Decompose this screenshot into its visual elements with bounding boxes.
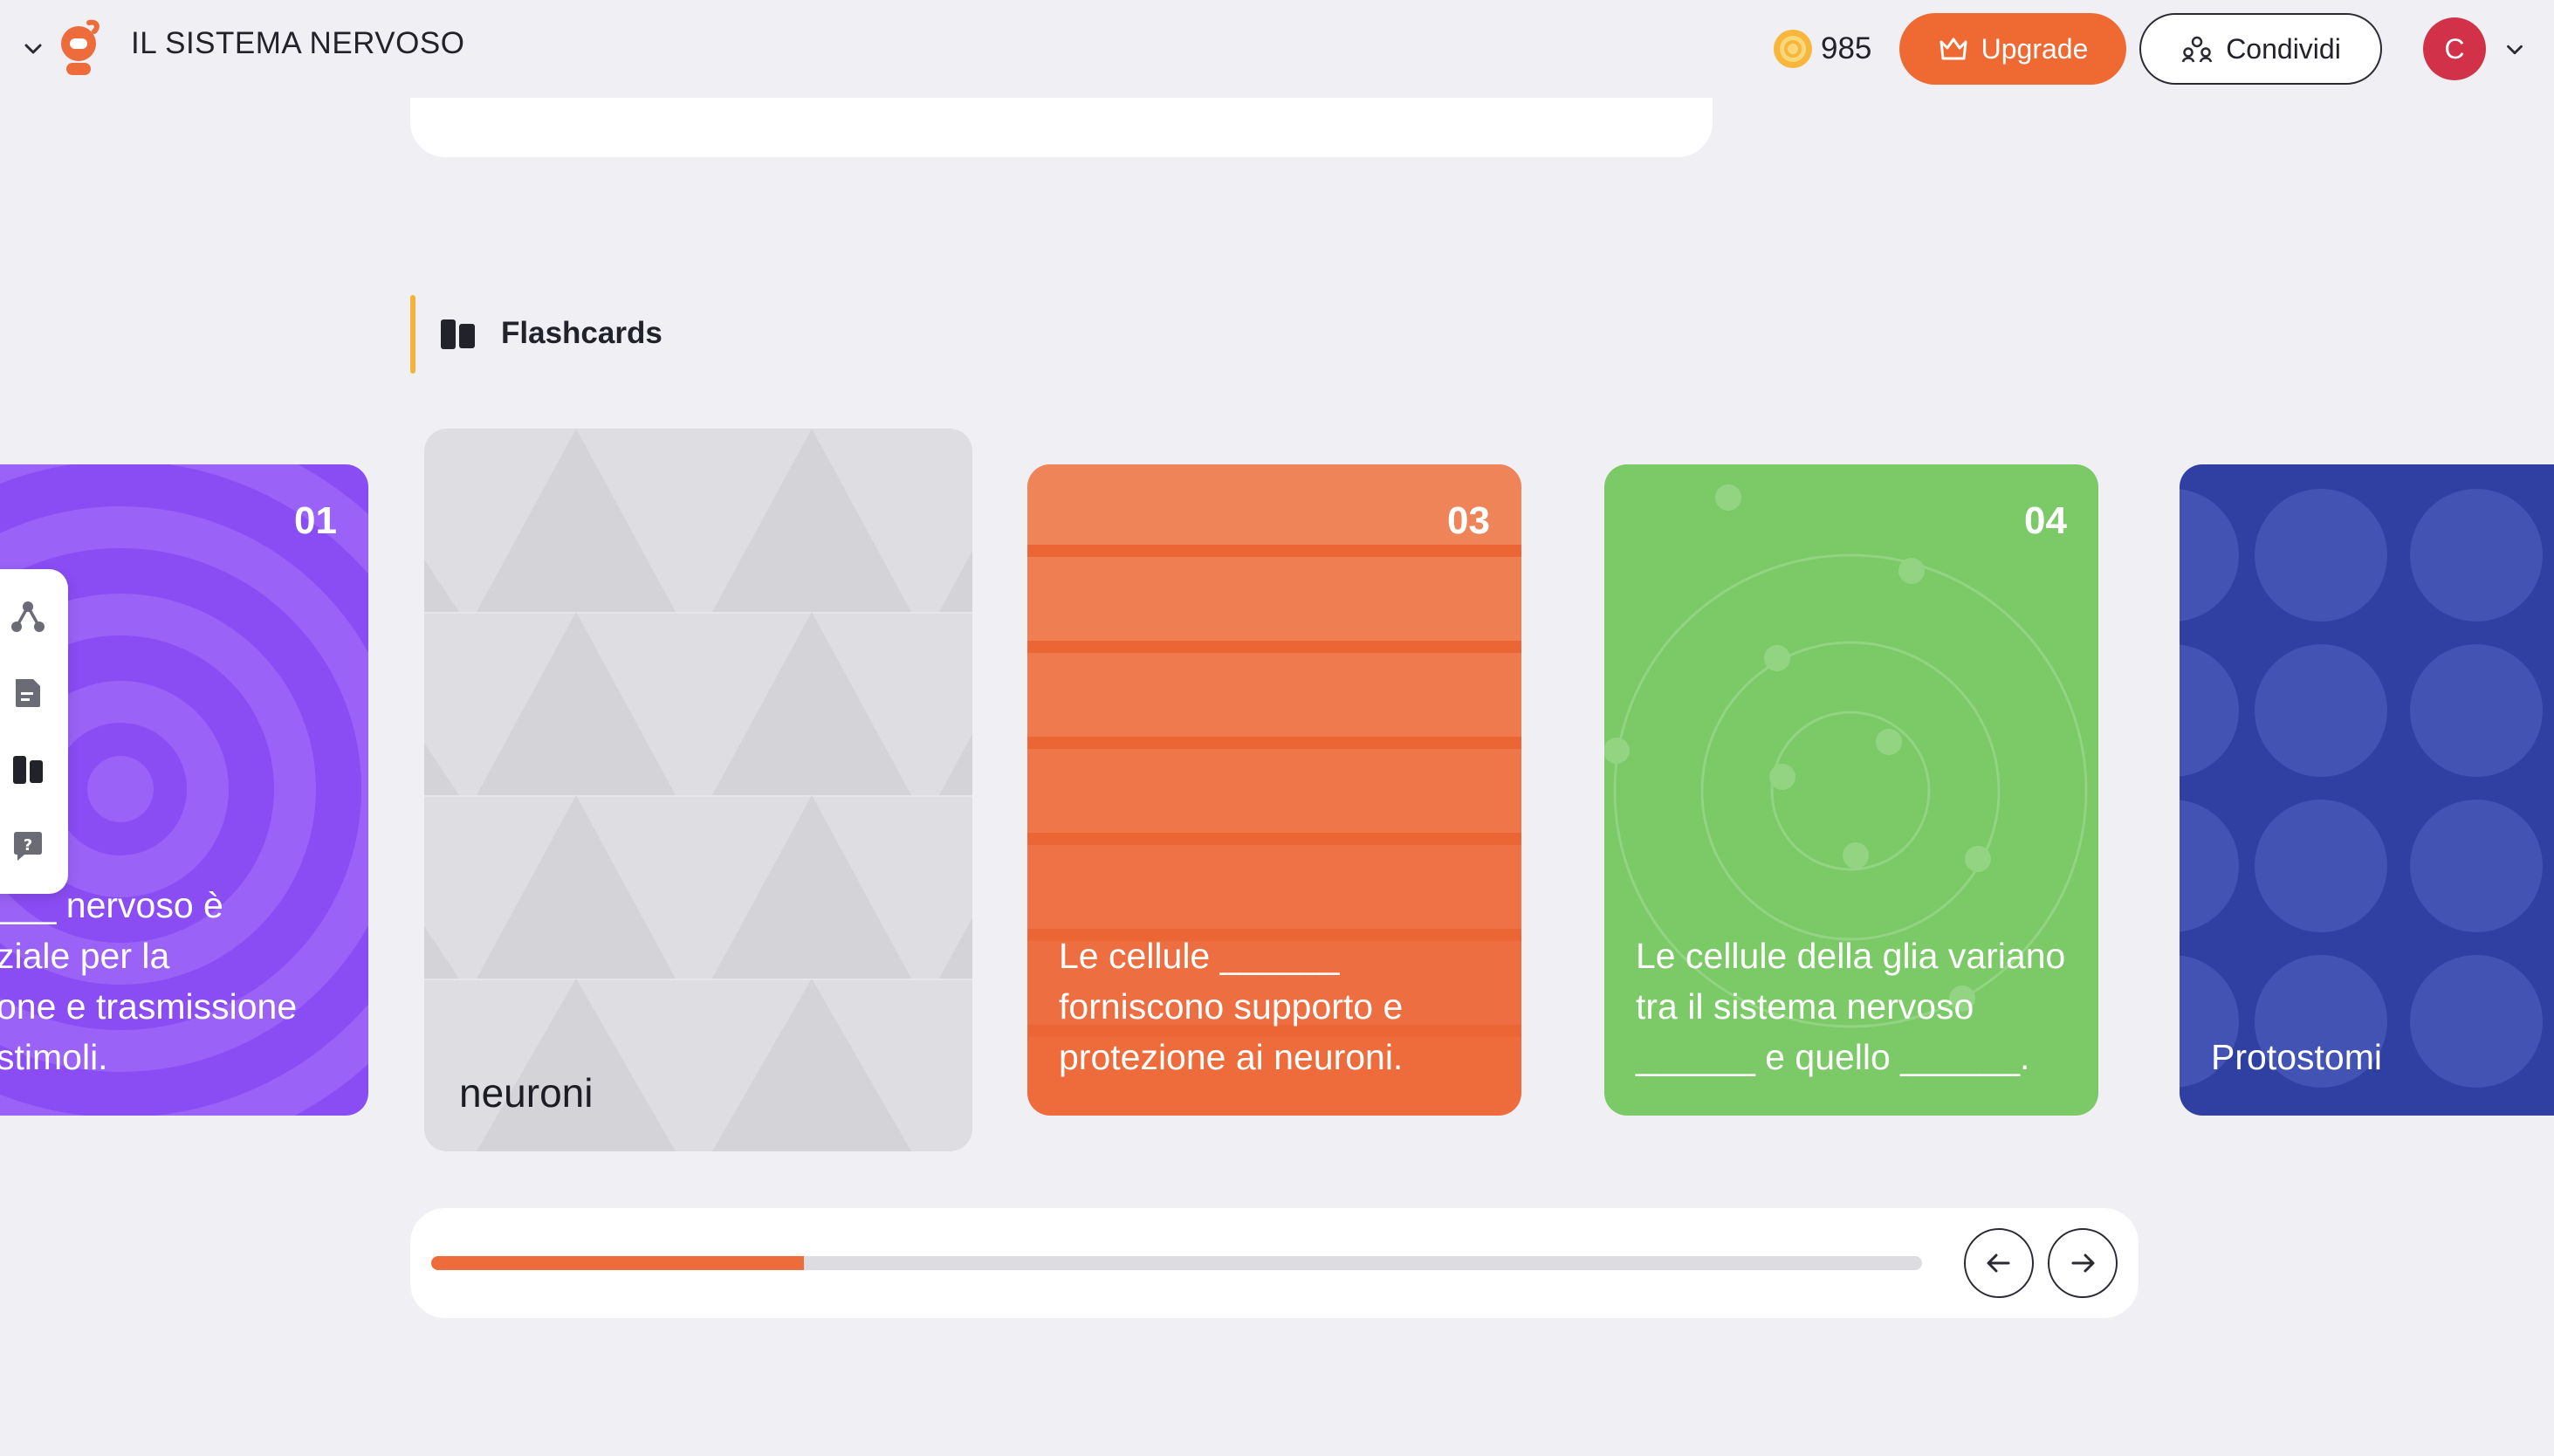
upgrade-label: Upgrade xyxy=(1981,32,2089,65)
progress-bar xyxy=(431,1256,1922,1270)
top-bar: IL SISTEMA NERVOSO 985 Upgrade Condividi… xyxy=(0,0,2554,98)
notes-icon[interactable] xyxy=(10,676,45,711)
next-card-button[interactable] xyxy=(2048,1228,2118,1298)
card-number: 04 xyxy=(2024,499,2067,542)
card-text-line: ziale per la xyxy=(0,936,170,976)
section-accent-bar xyxy=(410,295,415,374)
side-toolbar: ? xyxy=(0,569,68,894)
crown-icon xyxy=(1940,38,1967,60)
flashcard-05[interactable]: Protostomi xyxy=(2180,464,2554,1116)
card-text: neuroni xyxy=(459,1070,594,1116)
flashcard-02[interactable]: neuroni xyxy=(424,429,972,1151)
previous-card-button[interactable] xyxy=(1964,1228,2034,1298)
share-icon xyxy=(2181,36,2213,63)
progress-fill xyxy=(431,1256,804,1270)
arrow-right-icon xyxy=(2071,1253,2095,1273)
card-text: Le cellule ______ forniscono supporto e … xyxy=(1059,936,1404,1077)
card-text: ___ nervoso è ziale per la one e trasmis… xyxy=(0,880,368,1082)
card-text-line: one e trasmissione xyxy=(0,986,298,1027)
card-text-line: stimoli. xyxy=(0,1037,108,1077)
document-title: IL SISTEMA NERVOSO xyxy=(131,26,465,60)
chevron-down-icon[interactable] xyxy=(2502,37,2528,63)
card-pattern xyxy=(2180,489,2543,1088)
app-logo[interactable] xyxy=(54,17,106,79)
svg-text:?: ? xyxy=(24,836,32,855)
flashcards-icon xyxy=(441,319,475,349)
coin-balance: 985 xyxy=(1772,23,1871,75)
carousel-controls xyxy=(410,1208,2139,1318)
flashcard-03[interactable]: 03 Le cellule ______ forniscono supporto… xyxy=(1027,464,1521,1116)
share-label: Condividi xyxy=(2226,32,2341,65)
flashcards-icon[interactable] xyxy=(10,752,45,787)
upgrade-button[interactable]: Upgrade xyxy=(1899,13,2126,85)
avatar[interactable]: C xyxy=(2423,17,2486,80)
card-pattern xyxy=(424,429,972,1151)
arrow-left-icon xyxy=(1987,1253,2010,1273)
quiz-icon[interactable]: ? xyxy=(10,829,45,864)
share-button[interactable]: Condividi xyxy=(2139,13,2382,85)
coin-icon xyxy=(1774,30,1812,68)
card-number: 03 xyxy=(1447,499,1490,542)
mindmap-icon[interactable] xyxy=(10,599,45,634)
card-text: Le cellule della glia variano tra il sis… xyxy=(1636,936,2066,1077)
card-text: Protostomi xyxy=(2211,1037,2382,1077)
coin-count: 985 xyxy=(1821,31,1872,65)
previous-section-card xyxy=(410,98,1713,157)
chevron-down-icon[interactable] xyxy=(19,35,47,63)
section-title: Flashcards xyxy=(501,316,663,350)
card-number: 01 xyxy=(294,499,337,542)
flashcard-04[interactable]: 04 Le cellule della glia variano tra il … xyxy=(1604,464,2098,1116)
